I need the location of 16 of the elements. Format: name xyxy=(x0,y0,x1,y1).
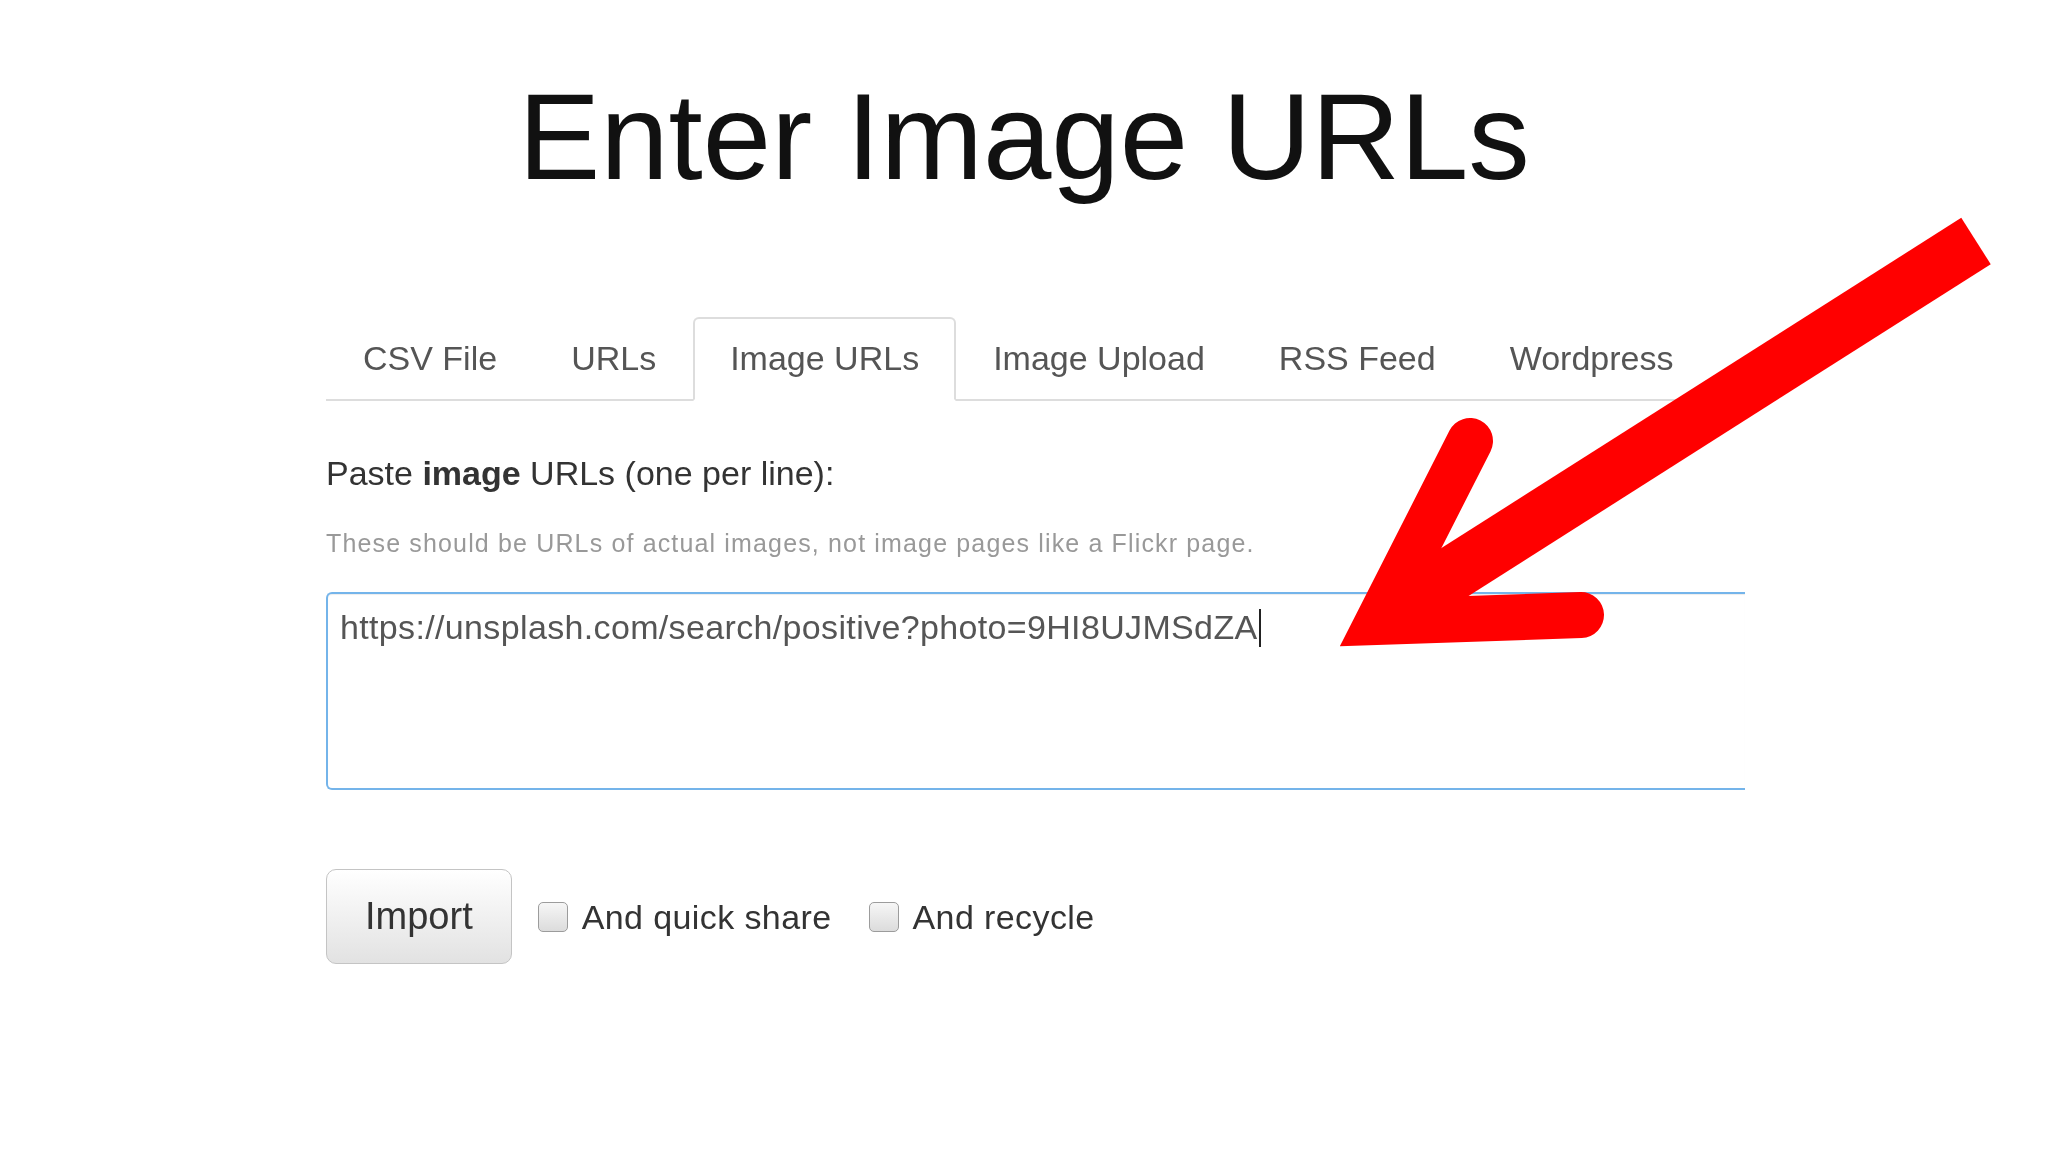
tab[interactable]: Wordpress xyxy=(1472,317,1711,401)
text-cursor-icon xyxy=(1258,609,1261,647)
tab[interactable]: URLs xyxy=(534,317,694,401)
urls-textarea[interactable]: https://unsplash.com/search/positive?photo=9HI8UJMSdZA xyxy=(326,592,1745,790)
import-button[interactable]: Import xyxy=(326,869,512,964)
help-text: These should be URLs of actual images, not image pages like a Flickr page. xyxy=(326,528,1256,559)
checkbox-label: And recycle xyxy=(912,896,1095,938)
tab[interactable]: Image URLs xyxy=(693,317,957,401)
checkbox[interactable] xyxy=(537,901,568,932)
tab[interactable]: RSS Feed xyxy=(1241,317,1473,401)
page-title: Enter Image URLs xyxy=(517,67,1531,207)
tab[interactable]: Image Upload xyxy=(956,317,1242,401)
field-label: Paste image URLs (one per line): xyxy=(326,453,836,494)
checkbox[interactable] xyxy=(868,901,899,932)
checkbox-label: And quick share xyxy=(581,896,832,938)
tab[interactable]: CSV File xyxy=(326,317,535,401)
